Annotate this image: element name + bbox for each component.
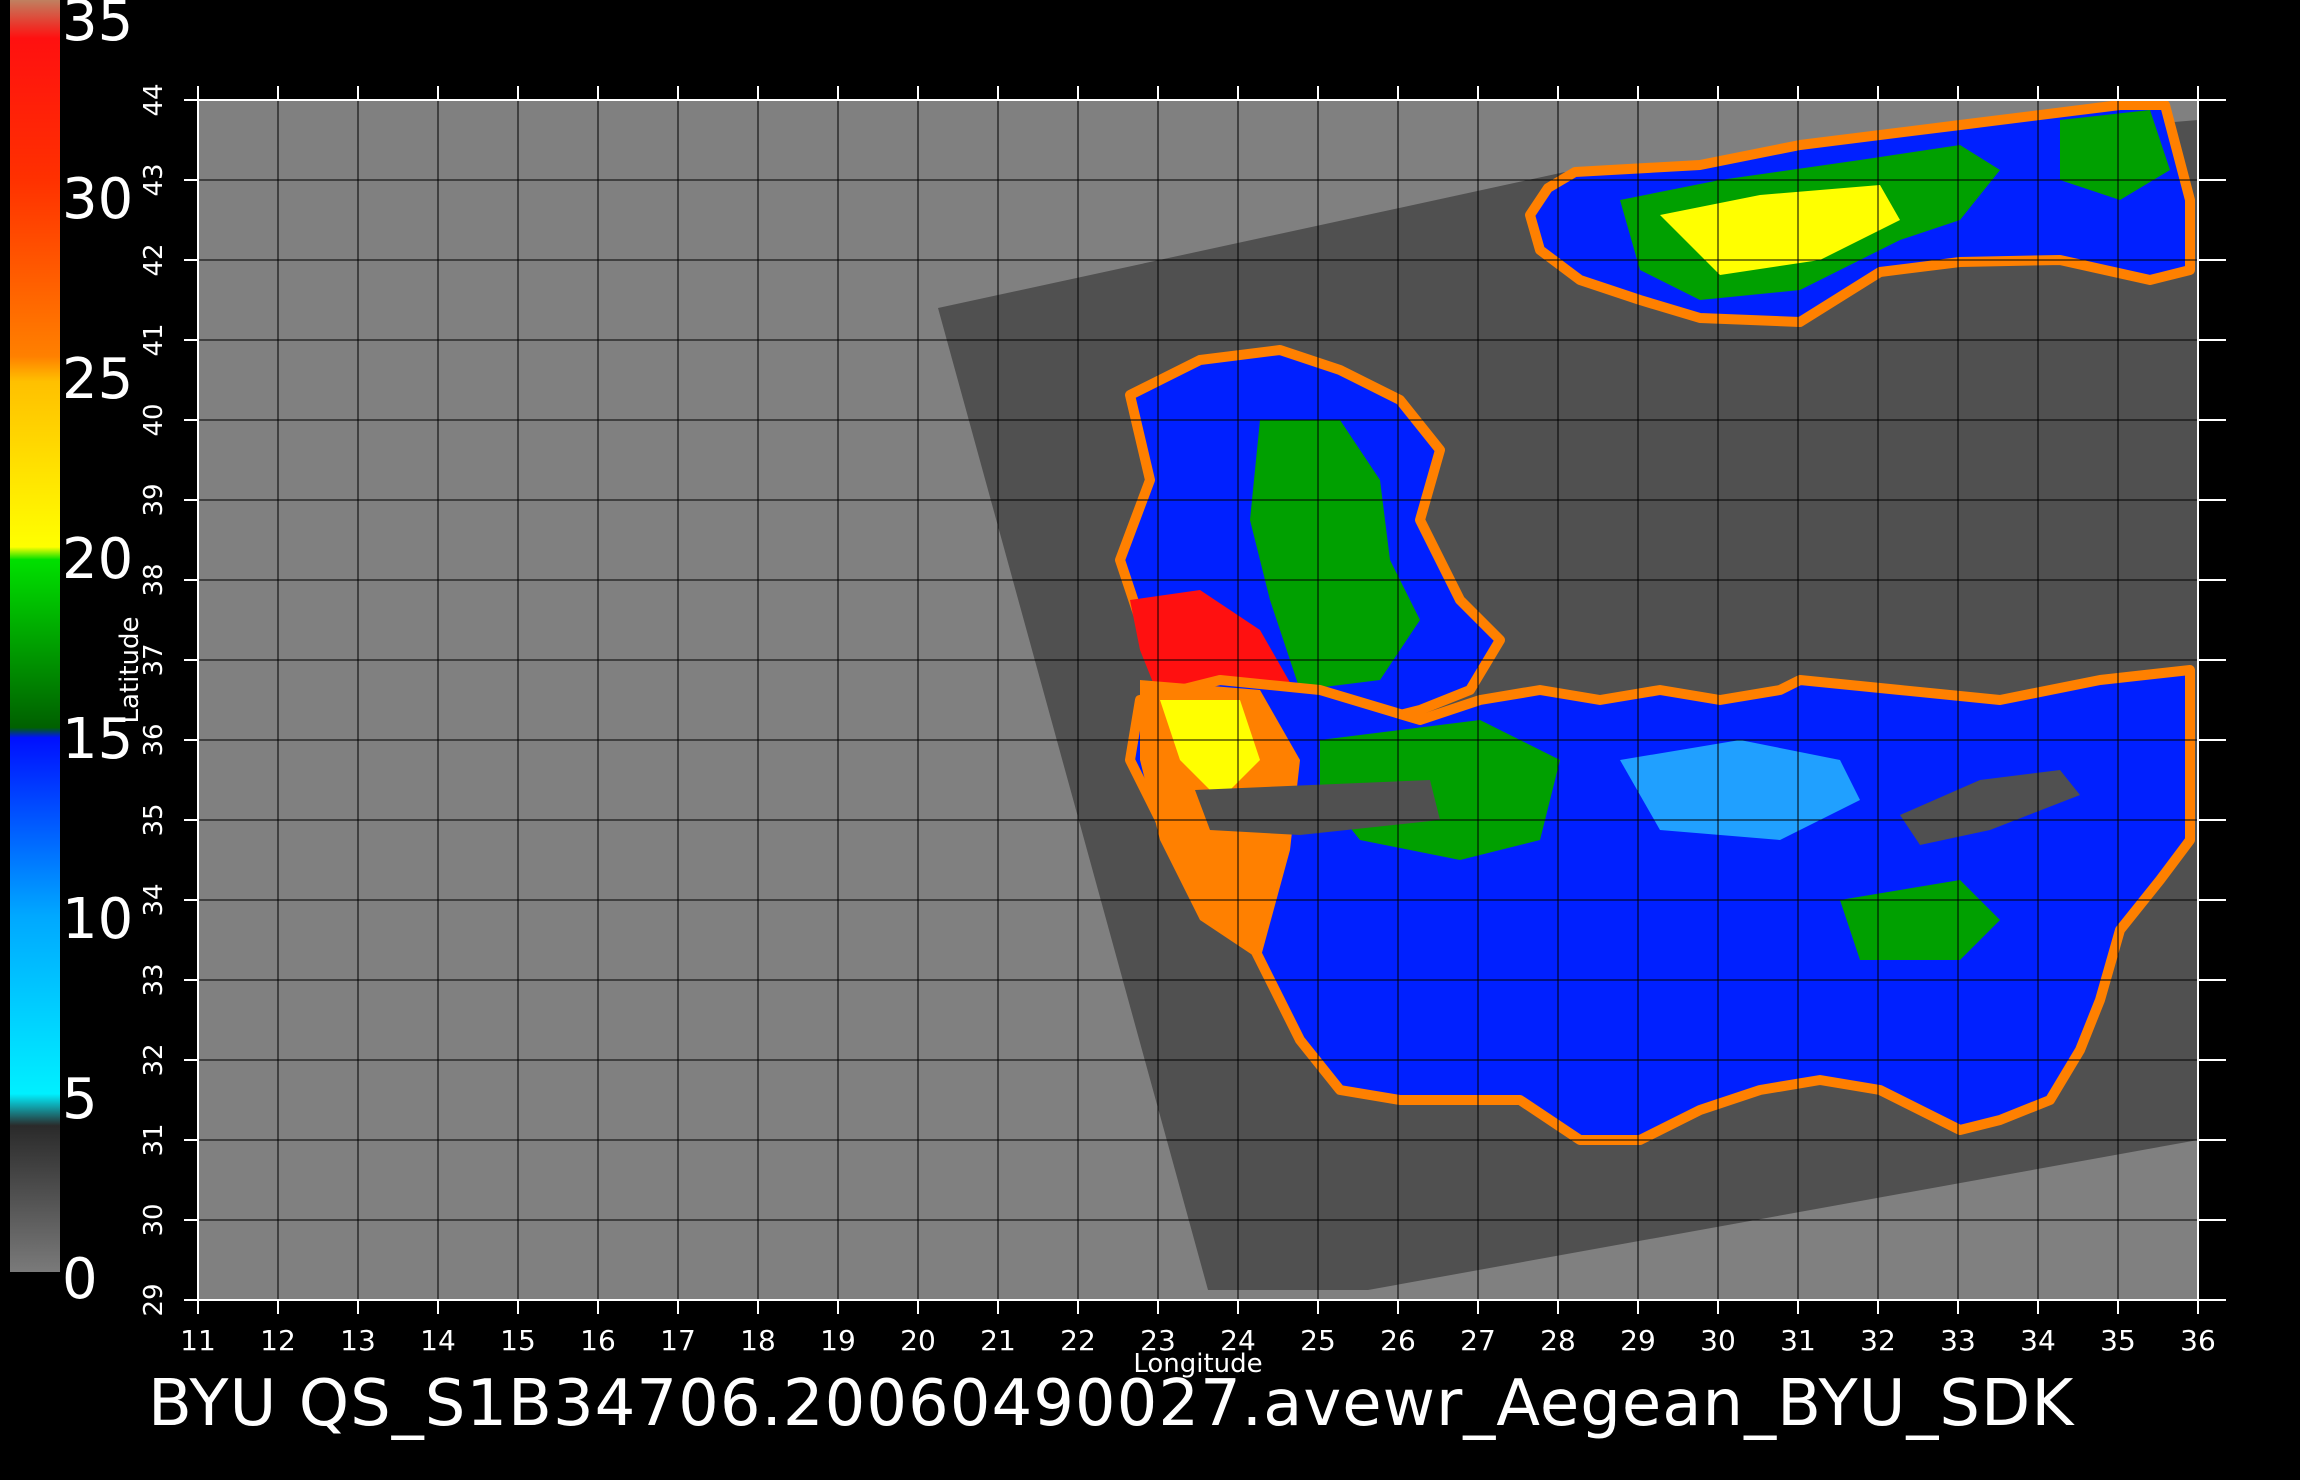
x-tick-label-18: 18 [740,1324,776,1357]
x-tick-label-12: 12 [260,1324,296,1357]
image-title: BYU QS_S1B34706.20060490027.avewr_Aegean… [148,1367,2075,1441]
x-tick-label-16: 16 [580,1324,616,1357]
y-tick-label-35: 35 [139,803,169,836]
y-tick-label-40: 40 [139,403,169,436]
y-tick-label-39: 39 [139,483,169,516]
y-tick-label-34: 34 [139,883,169,916]
y-tick-label-36: 36 [139,723,169,756]
x-tick-label-28: 28 [1540,1324,1576,1357]
x-tick-label-17: 17 [660,1324,696,1357]
x-tick-label-20: 20 [900,1324,936,1357]
y-tick-label-29: 29 [139,1283,169,1316]
x-tick-label-15: 15 [500,1324,536,1357]
x-tick-label-11: 11 [180,1324,216,1357]
x-tick-label-14: 14 [420,1324,456,1357]
x-tick-label-30: 30 [1700,1324,1736,1357]
y-tick-label-30: 30 [139,1203,169,1236]
y-tick-label-38: 38 [139,563,169,596]
y-tick-label-33: 33 [139,963,169,996]
wind-map: 11 12 13 14 15 16 17 18 19 20 21 22 23 24 25 26 27 28 29 30… [115,83,2226,1379]
y-tick-label-43: 43 [139,163,169,196]
x-tick-label-27: 27 [1460,1324,1496,1357]
x-tick-label-26: 26 [1380,1324,1416,1357]
y-tick-label-44: 44 [139,83,169,116]
x-tick-label-19: 19 [820,1324,856,1357]
y-tick-label-32: 32 [139,1043,169,1076]
x-tick-label-21: 21 [980,1324,1016,1357]
x-tick-label-36: 36 [2180,1324,2216,1357]
x-tick-label-22: 22 [1060,1324,1096,1357]
x-tick-label-31: 31 [1780,1324,1816,1357]
x-tick-label-13: 13 [340,1324,376,1357]
x-tick-label-29: 29 [1620,1324,1656,1357]
plot-area [198,100,2198,1300]
x-tick-label-33: 33 [1940,1324,1976,1357]
x-tick-label-32: 32 [1860,1324,1896,1357]
x-tick-label-35: 35 [2100,1324,2136,1357]
y-axis-title: Latitude [115,616,145,723]
y-tick-label-42: 42 [139,243,169,276]
y-tick-label-41: 41 [139,323,169,356]
x-tick-label-25: 25 [1300,1324,1336,1357]
y-tick-label-31: 31 [139,1123,169,1156]
x-tick-label-34: 34 [2020,1324,2056,1357]
